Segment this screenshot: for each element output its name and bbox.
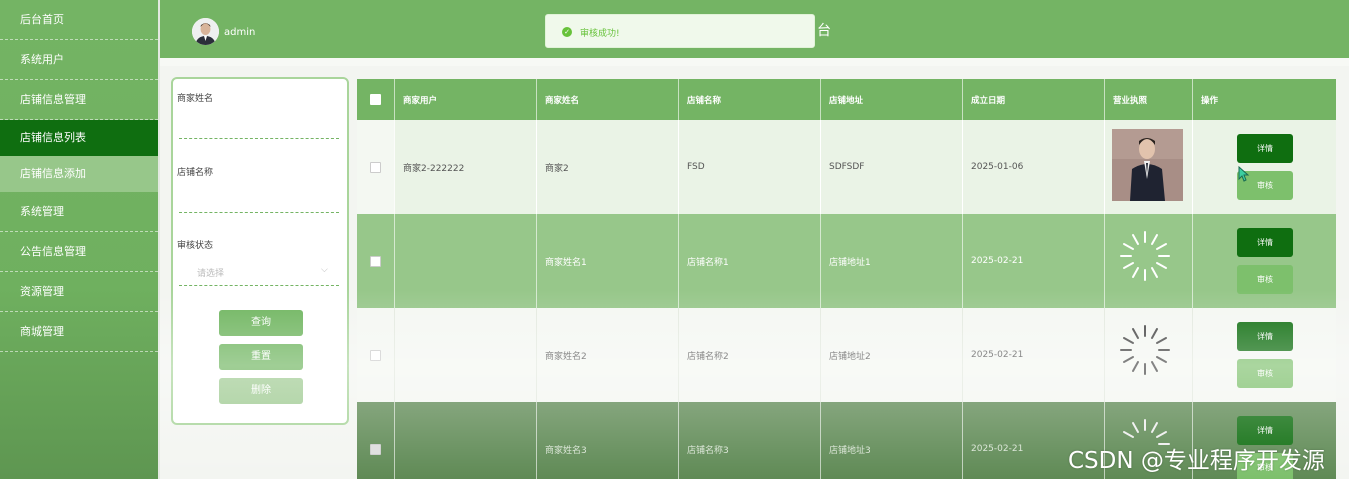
license-photo[interactable] (1112, 129, 1183, 201)
table-header-row: 商家用户 商家姓名 店铺名称 店铺地址 成立日期 营业执照 操作 (357, 79, 1336, 120)
cell-shop-address: 店铺地址3 (821, 402, 963, 479)
sidebar-item-shop-info-management[interactable]: 店铺信息管理 (0, 80, 158, 120)
cell-merchant-name: 商家2 (537, 120, 679, 214)
cell-actions: 详情 审核 (1193, 214, 1336, 308)
audit-button[interactable]: 审核 (1237, 359, 1293, 388)
select-all-checkbox[interactable] (370, 94, 381, 105)
cell-merchant-name: 商家姓名1 (537, 214, 679, 308)
query-button[interactable]: 查询 (219, 310, 303, 336)
detail-button[interactable]: 详情 (1237, 322, 1293, 351)
row-checkbox[interactable] (370, 349, 381, 361)
delete-button[interactable]: 删除 (219, 378, 303, 404)
cell-shop-name: 店铺名称3 (679, 402, 821, 479)
cell-shop-address: SDFSDF (821, 120, 963, 214)
toast-message: 审核成功! (580, 29, 620, 39)
loading-spinner-icon (1120, 325, 1170, 375)
sidebar: 后台首页 系统用户 店铺信息管理 店铺信息列表 店铺信息添加 系统管理 公告信息… (0, 0, 158, 479)
column-header-established-date: 成立日期 (963, 79, 1105, 120)
sidebar-item-shop-info-list[interactable]: 店铺信息列表 (0, 120, 158, 156)
page-title: 台 (817, 23, 831, 39)
cell-business-license (1105, 308, 1193, 402)
cell-merchant-user (395, 402, 537, 479)
watermark-text: CSDN @专业程序开发源 (1068, 448, 1325, 474)
search-panel: 商家姓名 店铺名称 审核状态 请选择 ⌵ 查询 重置 删除 (171, 77, 349, 425)
check-circle-icon: ✓ (562, 27, 572, 37)
table-row: 商家2-222222 商家2 FSD SDFSDF 2025-01-06 详情 … (357, 120, 1336, 214)
cell-established-date: 2025-02-21 (963, 214, 1105, 308)
loading-spinner-icon (1120, 231, 1170, 281)
cell-actions: 详情 审核 (1193, 120, 1336, 214)
cell-shop-name: 店铺名称2 (679, 308, 821, 402)
audit-button[interactable]: 审核 (1237, 265, 1293, 294)
sidebar-item-home[interactable]: 后台首页 (0, 0, 158, 40)
chevron-down-icon: ⌵ (321, 265, 328, 275)
sidebar-item-shop-info-add[interactable]: 店铺信息添加 (0, 156, 158, 192)
cell-shop-address: 店铺地址1 (821, 214, 963, 308)
audit-status-underline (179, 285, 339, 286)
cell-business-license (1105, 214, 1193, 308)
cell-merchant-user: 商家2-222222 (395, 120, 537, 214)
cell-merchant-user (395, 308, 537, 402)
reset-button[interactable]: 重置 (219, 344, 303, 370)
audit-status-select[interactable]: 请选择 ⌵ (179, 259, 339, 283)
sidebar-item-resource-management[interactable]: 资源管理 (0, 272, 158, 312)
cell-shop-address: 店铺地址2 (821, 308, 963, 402)
merchant-name-input[interactable] (179, 113, 339, 137)
cell-merchant-name: 商家姓名3 (537, 402, 679, 479)
content-top-strip (160, 58, 1349, 66)
table-row: 商家姓名1 店铺名称1 店铺地址1 2025-02-21 详情 审核 (357, 214, 1336, 308)
avatar[interactable] (192, 18, 219, 45)
row-checkbox[interactable] (370, 255, 381, 267)
detail-button[interactable]: 详情 (1237, 134, 1293, 163)
admin-username: admin (224, 27, 256, 38)
row-checkbox[interactable] (370, 443, 381, 455)
sidebar-item-system-management[interactable]: 系统管理 (0, 192, 158, 232)
column-header-actions: 操作 (1201, 95, 1219, 106)
cell-shop-name: FSD (679, 120, 821, 214)
shop-name-label: 店铺名称 (177, 168, 214, 178)
shop-info-table: 商家用户 商家姓名 店铺名称 店铺地址 成立日期 营业执照 操作 商家2-222… (357, 79, 1336, 479)
merchant-name-label: 商家姓名 (177, 94, 214, 104)
audit-status-label: 审核状态 (177, 241, 214, 251)
sidebar-item-announcement-management[interactable]: 公告信息管理 (0, 232, 158, 272)
shop-name-underline (179, 212, 339, 213)
audit-status-placeholder: 请选择 (197, 269, 225, 279)
cell-established-date: 2025-02-21 (963, 308, 1105, 402)
mouse-cursor-icon (1238, 166, 1250, 182)
sidebar-item-system-users[interactable]: 系统用户 (0, 40, 158, 80)
table-row: 商家姓名2 店铺名称2 店铺地址2 2025-02-21 详情 审核 (357, 308, 1336, 402)
shop-name-input[interactable] (179, 187, 339, 211)
column-header-shop-address: 店铺地址 (821, 79, 963, 120)
column-header-shop-name: 店铺名称 (679, 79, 821, 120)
cell-shop-name: 店铺名称1 (679, 214, 821, 308)
sidebar-item-mall-management[interactable]: 商城管理 (0, 312, 158, 352)
column-header-merchant-user: 商家用户 (395, 79, 537, 120)
merchant-name-underline (179, 138, 339, 139)
cell-established-date: 2025-01-06 (963, 120, 1105, 214)
sidebar-divider (158, 0, 160, 479)
row-checkbox[interactable] (370, 161, 381, 173)
cell-business-license (1105, 120, 1193, 214)
cell-actions: 详情 审核 (1193, 308, 1336, 402)
column-header-business-license: 营业执照 (1105, 79, 1193, 120)
success-toast: ✓ 审核成功! (545, 14, 815, 48)
column-header-merchant-name: 商家姓名 (537, 79, 679, 120)
cell-merchant-name: 商家姓名2 (537, 308, 679, 402)
detail-button[interactable]: 详情 (1237, 228, 1293, 257)
cell-merchant-user (395, 214, 537, 308)
